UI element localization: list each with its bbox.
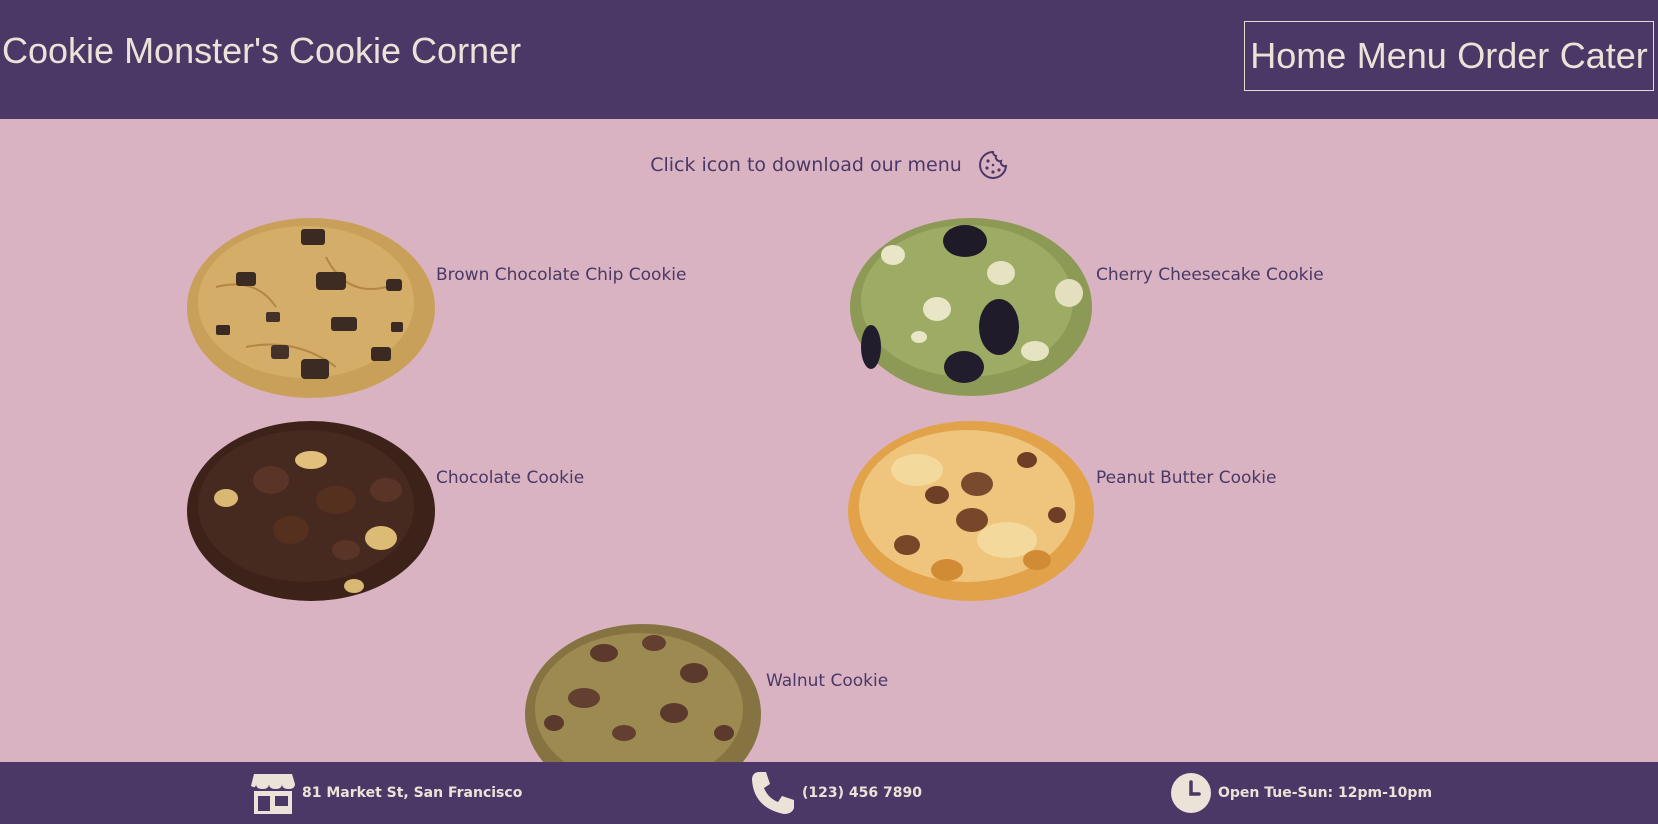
site-header: Cookie Monster's Cookie Corner Home Menu…	[0, 0, 1658, 119]
download-prompt: Click icon to download our menu	[650, 154, 962, 176]
site-title: Cookie Monster's Cookie Corner	[2, 30, 522, 71]
address-text: 81 Market St, San Francisco	[302, 785, 523, 801]
main-nav: Home Menu Order Cater	[1244, 21, 1654, 91]
footer-address: 81 Market St, San Francisco	[250, 772, 522, 814]
nav-home[interactable]: Home	[1250, 35, 1346, 77]
chocolate-chip-cookie-image	[187, 218, 435, 398]
cookie-name: Walnut Cookie	[766, 671, 889, 691]
chocolate-cookie-image	[187, 421, 435, 601]
nav-order[interactable]: Order	[1457, 35, 1549, 77]
storefront-icon	[251, 774, 295, 814]
cookie-name: Peanut Butter Cookie	[1096, 468, 1277, 488]
nav-menu[interactable]: Menu	[1357, 35, 1447, 77]
cookie-name: Cherry Cheesecake Cookie	[1096, 265, 1324, 285]
cookie-name: Brown Chocolate Chip Cookie	[436, 265, 687, 285]
phone-text[interactable]: (123) 456 7890	[802, 785, 922, 801]
footer-hours: Open Tue-Sun: 12pm-10pm	[1170, 772, 1432, 814]
walnut-cookie-image	[525, 624, 761, 762]
download-menu-row: Click icon to download our menu	[0, 150, 1658, 180]
nav-cater[interactable]: Cater	[1560, 35, 1648, 77]
phone-icon[interactable]	[750, 770, 796, 816]
footer-phone: (123) 456 7890	[750, 772, 922, 814]
hours-text: Open Tue-Sun: 12pm-10pm	[1218, 785, 1433, 801]
cookie-name: Chocolate Cookie	[436, 468, 585, 488]
peanut-butter-cookie-image	[848, 421, 1094, 601]
cookie-icon[interactable]	[978, 150, 1008, 180]
menu-section: Click icon to download our menu Brown Ch…	[0, 119, 1658, 762]
site-footer: 81 Market St, San Francisco (123) 456 78…	[0, 762, 1658, 824]
clock-icon	[1171, 773, 1211, 813]
cherry-cheesecake-cookie-image	[850, 218, 1092, 396]
